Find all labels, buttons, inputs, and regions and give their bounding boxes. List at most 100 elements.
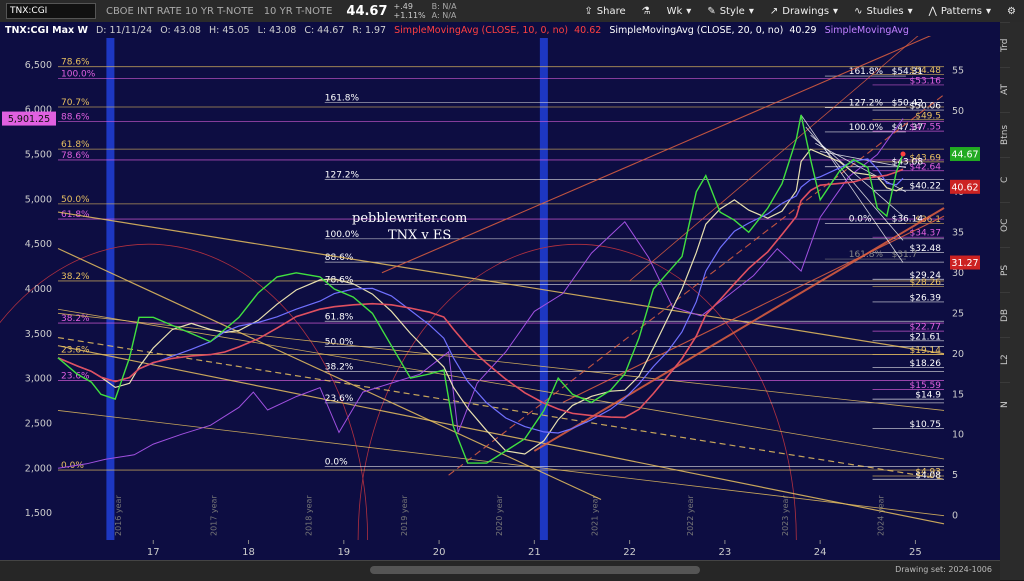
flask-icon: ⚗ <box>641 5 651 17</box>
style-label: Style <box>719 5 745 17</box>
info-sma10-value: 40.62 <box>574 25 601 36</box>
bid-ask: B: N/A A: N/A <box>432 2 457 20</box>
chevron-down-icon: ▾ <box>833 5 839 17</box>
side-tab-db[interactable]: DB <box>1000 292 1010 337</box>
horizontal-scrollbar[interactable] <box>370 566 700 574</box>
timeframe-label: Wk <box>666 5 683 17</box>
side-tabs: Trd AT Btns C OC PS DB L2 N <box>999 22 1024 580</box>
info-bar: TNX:CGI Max W D: 11/11/24 O: 43.08 H: 45… <box>5 25 909 36</box>
highlight-band <box>106 38 115 540</box>
drawings-button[interactable]: ↗ Drawings ▾ <box>762 0 846 22</box>
right-axis-label: 0 <box>952 511 958 522</box>
side-tab-l2[interactable]: L2 <box>1000 337 1010 382</box>
price-level-label: $15.59 <box>910 381 942 391</box>
fib-value-right: $54.31 <box>892 67 924 77</box>
share-button[interactable]: ⇪ Share <box>576 0 633 22</box>
side-tab-oc[interactable]: OC <box>1000 202 1010 247</box>
price-level-label: $18.26 <box>910 359 942 369</box>
last-price: 44.67 <box>346 3 388 19</box>
fib-label-left: 100.0% <box>61 69 96 79</box>
price-level-label: $22.77 <box>910 323 942 333</box>
cycle-label: 2018 year <box>305 495 314 536</box>
price-level-label: $49.5 <box>915 111 941 121</box>
fib-label-left: 61.8% <box>61 140 90 150</box>
timeframe-button[interactable]: Wk ▾ <box>659 0 700 22</box>
fib-label-left: 88.6% <box>61 112 90 122</box>
fib-label-right: 127.2% <box>849 99 884 109</box>
annotation-title: TNX v ES <box>388 228 451 243</box>
price-chart[interactable]: 17 18 19 20 21 22 23 24 25 2016 year 2017 year 2018… <box>0 22 1000 560</box>
right-axis-label: 50 <box>952 106 964 117</box>
studies-button[interactable]: ∿ Studies ▾ <box>846 0 921 22</box>
cycle-label: 2020 year <box>495 495 504 536</box>
price-level-label: $26.39 <box>910 293 942 303</box>
info-high: H: 45.05 <box>209 25 250 36</box>
side-tab-ps[interactable]: PS <box>1000 247 1010 292</box>
fib-label-mid: 161.8% <box>325 94 360 104</box>
info-close: C: 44.67 <box>304 25 344 36</box>
patterns-icon: ⋀ <box>928 5 937 17</box>
price-level-label: $40.22 <box>910 182 942 192</box>
cycle-label: 2024 year <box>876 495 885 536</box>
left-axis-label: 5,000 <box>25 194 52 205</box>
style-button[interactable]: ✎ Style ▾ <box>699 0 762 22</box>
price-level-label: $53.16 <box>910 76 942 86</box>
fib-label-mid: 100.0% <box>325 230 360 240</box>
fib-value-right: $50.42 <box>892 99 924 109</box>
cycle-label: 2017 year <box>209 495 218 536</box>
side-tab-btns[interactable]: Btns <box>1000 112 1010 157</box>
left-axis-label: 1,500 <box>25 508 52 519</box>
studies-label: Studies <box>866 5 904 17</box>
patterns-button[interactable]: ⋀ Patterns ▾ <box>921 0 999 22</box>
symbol-description: CBOE INT RATE 10 YR T-NOTE <box>106 5 254 17</box>
annotation-site: pebblewriter.com <box>352 211 467 226</box>
side-tab-trd[interactable]: Trd <box>1000 22 1010 67</box>
bid-value: B: N/A <box>431 2 457 11</box>
flask-button[interactable]: ⚗ <box>634 0 659 22</box>
fib-value-right: $43.08 <box>892 158 924 168</box>
fib-label-mid: 61.8% <box>325 312 354 322</box>
fib-label-left: 50.0% <box>61 195 90 205</box>
drawings-label: Drawings <box>782 5 830 17</box>
right-axis-label: 10 <box>952 430 964 441</box>
drawings-icon: ↗ <box>769 5 779 17</box>
fib-label-mid: 0.0% <box>325 457 348 467</box>
gear-icon: ⚙ <box>1007 5 1016 17</box>
share-icon: ⇪ <box>584 5 593 17</box>
fib-label-mid: 38.2% <box>325 362 354 372</box>
side-tab-c[interactable]: C <box>1000 157 1010 202</box>
left-axis-label: 2,000 <box>25 463 52 474</box>
left-axis-label: 6,500 <box>25 60 52 71</box>
right-axis-label: 55 <box>952 65 964 76</box>
fib-label-right: 0.0% <box>849 214 872 224</box>
price-level-label: $28.26 <box>910 278 942 288</box>
style-icon: ✎ <box>707 5 716 17</box>
symbol-input[interactable]: TNX:CGI <box>6 3 96 19</box>
drawing-set-label: Drawing set: 2024-1006 <box>895 565 992 574</box>
cycle-label: 2016 year <box>114 495 123 536</box>
x-tick-label: 24 <box>814 547 827 558</box>
x-tick-label: 21 <box>528 547 541 558</box>
percent-change: +1.11% <box>393 11 426 20</box>
fib-label-left: 78.6% <box>61 58 90 68</box>
right-axis-badge-label: 44.67 <box>951 150 978 161</box>
side-tab-at[interactable]: AT <box>1000 67 1010 112</box>
chevron-down-icon: ▾ <box>907 5 913 17</box>
right-axis-badge-label: 31.27 <box>951 258 978 269</box>
fib-label-left: 38.2% <box>61 272 90 282</box>
fib-label-left: 70.7% <box>61 98 90 108</box>
right-axis-label: 35 <box>952 227 964 238</box>
price-level-label: $10.75 <box>910 420 942 430</box>
share-label: Share <box>596 5 626 17</box>
cycle-label: 2022 year <box>686 495 695 536</box>
price-change: +.49 +1.11% <box>394 2 426 20</box>
x-tick-label: 19 <box>337 547 350 558</box>
cycle-label: 2019 year <box>400 495 409 536</box>
price-level-label: $21.61 <box>910 332 942 342</box>
info-range: R: 1.97 <box>352 25 386 36</box>
settings-button[interactable]: ⚙ <box>999 0 1024 22</box>
left-axis-label: 2,500 <box>25 418 52 429</box>
side-tab-n[interactable]: N <box>1000 382 1010 427</box>
chevron-down-icon: ▾ <box>748 5 754 17</box>
fib-label-mid: 127.2% <box>325 171 360 181</box>
